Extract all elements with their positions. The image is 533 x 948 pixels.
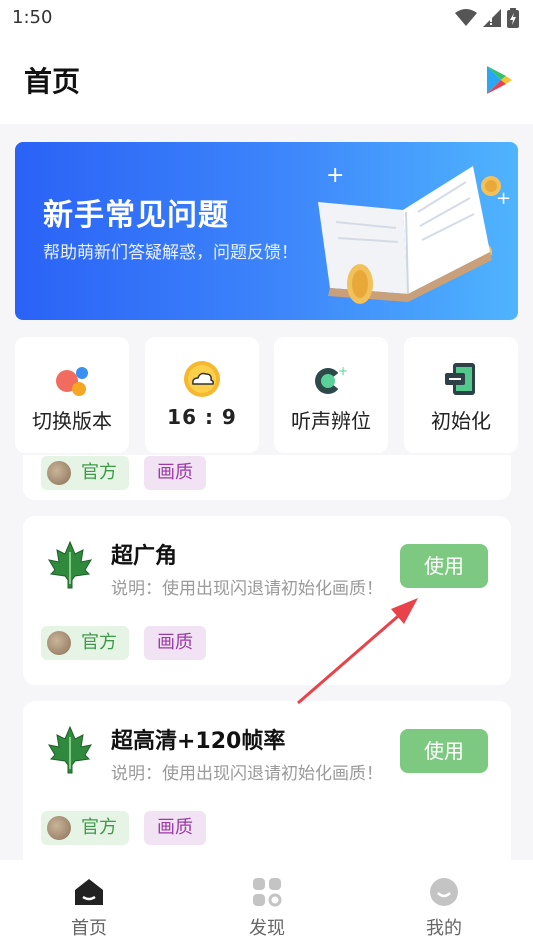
quick-actions: 切换版本 16 : 9 + 听声辨位 初始化: [15, 337, 518, 453]
battery-icon: [507, 8, 519, 28]
audio-locate-icon: +: [315, 364, 348, 394]
status-time: 1:50: [12, 7, 53, 28]
reset-icon: [445, 363, 475, 395]
preset-card: 官方 画质: [23, 455, 511, 500]
tab-home[interactable]: 首页: [29, 876, 149, 940]
quick-label: 16 : 9: [167, 405, 237, 429]
tab-label: 发现: [249, 918, 285, 939]
preset-card-hd-120fps: 超高清+120帧率 说明：使用出现闪退请初始化画质！ 使用 官方 画质: [23, 701, 511, 860]
tab-label: 首页: [71, 918, 107, 939]
tab-discover[interactable]: 发现: [207, 876, 327, 940]
faq-banner[interactable]: 新手常见问题 帮助萌新们答疑解惑，问题反馈！ + +: [15, 142, 518, 320]
quick-label: 初始化: [431, 409, 491, 433]
svg-text:+: +: [338, 364, 348, 378]
quick-label: 切换版本: [32, 409, 112, 433]
tag-official: 官方: [41, 626, 129, 660]
tag-official: 官方: [41, 811, 129, 845]
preset-title: 超高清+120帧率: [111, 729, 286, 754]
app-bar: 首页: [0, 36, 533, 124]
tag-official-label: 官方: [81, 462, 117, 483]
quick-reset[interactable]: 初始化: [404, 337, 518, 453]
wifi-icon: [455, 9, 477, 26]
maple-leaf-icon: [47, 725, 93, 774]
tab-profile[interactable]: 我的: [384, 876, 504, 940]
preset-card-wide-angle: 超广角 说明：使用出现闪退请初始化画质！ 使用 官方 画质: [23, 516, 511, 685]
quick-switch-version[interactable]: 切换版本: [15, 337, 129, 453]
discover-icon: [253, 878, 282, 907]
switch-version-icon: [56, 367, 88, 396]
quick-aspect-ratio[interactable]: 16 : 9: [145, 337, 259, 453]
banner-title: 新手常见问题: [43, 198, 229, 233]
page-title: 首页: [24, 65, 81, 98]
tag-official-label: 官方: [81, 632, 117, 653]
tag-quality: 画质: [144, 626, 206, 660]
avatar: [47, 816, 71, 840]
tag-quality: 画质: [144, 456, 206, 490]
open-book-illustration: + +: [318, 163, 511, 304]
preset-list[interactable]: 官方 画质 超广角 说明：使用出现闪退请初始化画质！ 使用 官方 画质 超高清+…: [0, 455, 533, 860]
tab-label: 我的: [426, 918, 462, 939]
signal-icon: [483, 9, 501, 27]
play-store-icon[interactable]: [483, 64, 515, 96]
cloud-icon: [184, 361, 220, 397]
tag-official-label: 官方: [81, 817, 117, 838]
use-button[interactable]: 使用: [400, 544, 488, 588]
quick-audio-locate[interactable]: + 听声辨位: [274, 337, 388, 453]
tag-quality: 画质: [144, 811, 206, 845]
home-icon: [75, 879, 103, 905]
tag-official: 官方: [41, 456, 129, 490]
preset-description: 说明：使用出现闪退请初始化画质！: [111, 579, 383, 599]
preset-description: 说明：使用出现闪退请初始化画质！: [111, 764, 383, 784]
avatar: [47, 461, 71, 485]
bottom-tab-bar: 首页 发现 我的: [0, 860, 533, 948]
status-icons: [455, 8, 519, 28]
status-bar: 1:50: [0, 0, 533, 36]
profile-icon: [430, 878, 458, 906]
maple-leaf-icon: [47, 540, 93, 589]
svg-text:+: +: [326, 163, 344, 188]
banner-subtitle: 帮助萌新们答疑解惑，问题反馈！: [43, 243, 298, 263]
preset-title: 超广角: [111, 544, 178, 569]
use-button[interactable]: 使用: [400, 729, 488, 773]
quick-label: 听声辨位: [291, 409, 371, 433]
avatar: [47, 631, 71, 655]
